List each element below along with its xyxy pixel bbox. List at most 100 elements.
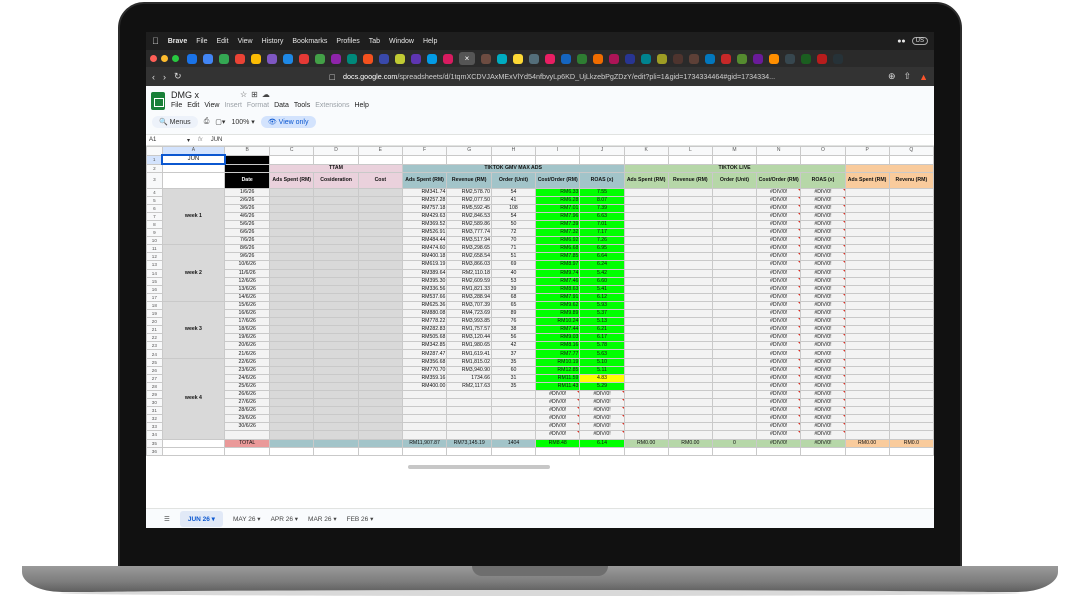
live-cell[interactable] xyxy=(667,414,713,424)
live-column-header[interactable]: Order (Unit) xyxy=(711,171,757,189)
next-cell[interactable] xyxy=(844,414,890,424)
ads-spent-cell[interactable] xyxy=(401,430,448,440)
date-cell[interactable]: 8/6/26 xyxy=(224,244,271,254)
cell[interactable] xyxy=(844,446,890,456)
live-roas-cell[interactable]: #DIV/0! xyxy=(800,252,846,262)
total-cost-per-order[interactable]: RM8.48 xyxy=(534,438,581,448)
date-cell[interactable] xyxy=(224,430,271,440)
cost-per-order-cell[interactable]: RM9.89 xyxy=(534,308,581,319)
revenue-cell[interactable]: RM3,120.44 xyxy=(446,333,492,343)
live-cell[interactable] xyxy=(623,219,669,230)
live-cell[interactable] xyxy=(711,252,757,262)
cost-per-order-cell[interactable]: RM7.46 xyxy=(534,276,581,286)
browser-tab[interactable] xyxy=(817,53,827,64)
cost-per-order-cell[interactable]: RM7.77 xyxy=(534,349,581,359)
ads-spent-cell[interactable] xyxy=(401,398,448,408)
cell[interactable] xyxy=(888,154,934,165)
next-cell[interactable] xyxy=(844,292,890,302)
ttam-cell[interactable] xyxy=(269,365,315,375)
cell[interactable] xyxy=(446,154,492,165)
ttam-cell[interactable] xyxy=(357,187,403,197)
cost-per-order-cell[interactable]: RM8.97 xyxy=(534,260,581,270)
next-cell[interactable] xyxy=(844,381,890,391)
ttam-cell[interactable] xyxy=(357,333,403,343)
doc-menu-item[interactable]: Format xyxy=(247,102,269,109)
revenue-cell[interactable] xyxy=(446,389,492,400)
ttam-cell[interactable] xyxy=(269,268,315,278)
revenue-cell[interactable] xyxy=(446,414,492,424)
ttam-cell[interactable] xyxy=(313,228,359,238)
live-column-header[interactable]: ROAS (x) xyxy=(800,171,846,189)
live-column-header[interactable]: Ads Spent (RM) xyxy=(623,171,669,189)
live-cell[interactable] xyxy=(623,406,669,416)
roas-cell[interactable]: 7.26 xyxy=(579,236,625,246)
order-cell[interactable]: 35 xyxy=(490,381,536,391)
menubar-item[interactable]: Edit xyxy=(217,38,229,45)
live-cell[interactable] xyxy=(667,381,713,391)
revenue-cell[interactable]: RM1,821.33 xyxy=(446,284,492,294)
live-cell[interactable] xyxy=(667,317,713,327)
live-cell[interactable] xyxy=(711,260,757,270)
date-cell[interactable]: 3/6/26 xyxy=(224,203,271,213)
ads-spent-cell[interactable]: RM287.47 xyxy=(401,349,448,359)
ttam-cell[interactable] xyxy=(313,357,359,367)
live-roas-cell[interactable]: #DIV/0! xyxy=(800,300,846,311)
paint-format-icon[interactable]: ▢▾ xyxy=(215,118,225,126)
sheet-tab-dropdown-icon[interactable]: ▾ xyxy=(293,516,298,523)
roas-cell[interactable]: 6.17 xyxy=(579,333,625,343)
column-header[interactable]: H xyxy=(490,146,536,156)
ttam-cell[interactable] xyxy=(357,276,403,286)
next-cell[interactable] xyxy=(844,308,890,319)
live-roas-cell[interactable]: #DIV/0! xyxy=(800,381,846,391)
ttam-cell[interactable] xyxy=(357,389,403,400)
ttam-cell[interactable] xyxy=(357,260,403,270)
total-next-ads-spent[interactable]: RM0.00 xyxy=(844,438,890,448)
cost-per-order-cell[interactable]: #DIV/0! xyxy=(534,398,581,408)
live-roas-cell[interactable]: #DIV/0! xyxy=(800,195,846,205)
ttam-cell[interactable] xyxy=(313,325,359,335)
doc-menu-item[interactable]: Extensions xyxy=(315,102,349,109)
ttam-cell[interactable] xyxy=(269,398,315,408)
ads-spent-cell[interactable]: RM257.28 xyxy=(401,195,448,205)
date-cell[interactable]: 17/6/26 xyxy=(224,317,271,327)
menubar-item[interactable]: History xyxy=(262,38,284,45)
live-roas-cell[interactable]: #DIV/0! xyxy=(800,349,846,359)
ttam-cell[interactable] xyxy=(269,341,315,351)
date-cell[interactable]: 2/6/26 xyxy=(224,195,271,205)
live-cost-per-order-cell[interactable]: #DIV/0! xyxy=(755,381,802,391)
cost-per-order-cell[interactable]: RM6.92 xyxy=(534,236,581,246)
ads-spent-cell[interactable] xyxy=(401,406,448,416)
cell[interactable] xyxy=(357,446,403,456)
ads-spent-cell[interactable]: RM757.18 xyxy=(401,203,448,213)
sheet-tab[interactable]: APR 26 ▾ xyxy=(271,515,298,523)
cell[interactable] xyxy=(534,154,581,165)
ttam-cell[interactable] xyxy=(357,398,403,408)
browser-tab[interactable] xyxy=(577,53,587,64)
column-header[interactable]: G xyxy=(446,146,492,156)
total-roas[interactable]: 6.14 xyxy=(579,438,625,448)
live-cost-per-order-cell[interactable]: #DIV/0! xyxy=(755,211,802,221)
live-cell[interactable] xyxy=(623,414,669,424)
roas-cell[interactable]: 6.21 xyxy=(579,325,625,335)
ttam-cell[interactable] xyxy=(269,187,315,197)
cell[interactable] xyxy=(534,446,581,456)
live-cost-per-order-cell[interactable]: #DIV/0! xyxy=(755,276,802,286)
next-cell[interactable] xyxy=(844,333,890,343)
input-source-badge[interactable]: US xyxy=(911,37,928,45)
menubar-item[interactable]: View xyxy=(238,38,253,45)
live-cell[interactable] xyxy=(667,300,713,311)
live-cell[interactable] xyxy=(667,333,713,343)
ttam-cell[interactable] xyxy=(357,268,403,278)
next-cell[interactable] xyxy=(888,430,934,440)
live-roas-cell[interactable]: #DIV/0! xyxy=(800,292,846,302)
sheet-tab-dropdown-icon[interactable]: ▾ xyxy=(368,516,373,523)
date-cell[interactable]: 29/6/26 xyxy=(224,414,271,424)
next-cell[interactable] xyxy=(888,341,934,351)
date-cell[interactable]: 27/6/26 xyxy=(224,398,271,408)
live-cost-per-order-cell[interactable]: #DIV/0! xyxy=(755,365,802,375)
row-number[interactable]: 10 xyxy=(146,236,163,246)
sheet-tab-dropdown-icon[interactable]: ▾ xyxy=(255,516,260,523)
ttam-cell[interactable] xyxy=(269,381,315,391)
roas-cell[interactable]: 5.29 xyxy=(579,381,625,391)
ttam-cell[interactable] xyxy=(269,373,315,383)
